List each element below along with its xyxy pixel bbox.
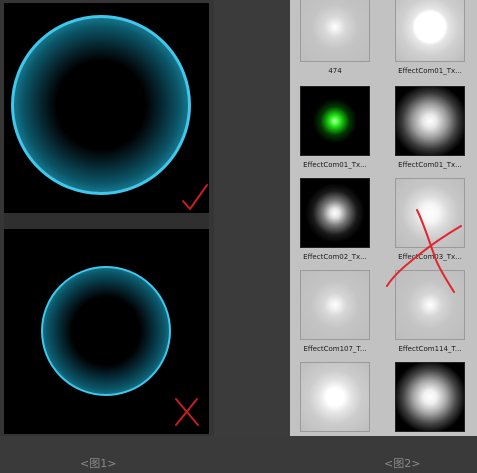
asset-item[interactable]: EffectCom01_Tx... xyxy=(290,86,380,178)
texture-thumbnail[interactable] xyxy=(300,86,370,156)
asset-label: EffectCom107_T... xyxy=(303,345,367,353)
asset-label: 474 xyxy=(328,67,342,75)
ring-preview-correct xyxy=(4,3,209,213)
asset-item[interactable] xyxy=(385,362,475,436)
red-cross-icon xyxy=(386,209,462,293)
asset-item[interactable]: EffectCom107_T... xyxy=(290,270,380,362)
texture-thumbnail[interactable] xyxy=(300,0,370,62)
asset-label: EffectCom01_Tx... xyxy=(398,161,462,169)
preview-divider xyxy=(4,213,209,229)
asset-item[interactable]: EffectCom02_Tx... xyxy=(290,178,380,270)
figure-caption-left: <图1> xyxy=(80,457,117,470)
asset-item[interactable]: 474 xyxy=(290,0,380,84)
texture-thumbnail[interactable] xyxy=(395,362,465,432)
cyan-ring-small xyxy=(41,266,171,396)
asset-label: EffectCom114_T... xyxy=(398,345,462,353)
panel-gap xyxy=(214,0,290,436)
cyan-ring-large xyxy=(11,15,191,195)
texture-thumbnail[interactable] xyxy=(300,362,370,432)
asset-item[interactable]: EffectCom01_Tx... xyxy=(385,0,475,84)
asset-label: EffectCom01_Tx... xyxy=(398,67,462,75)
texture-thumbnail[interactable] xyxy=(395,0,465,62)
texture-thumbnail[interactable] xyxy=(395,86,465,156)
asset-item[interactable] xyxy=(290,362,380,436)
asset-label: EffectCom01_Tx... xyxy=(303,161,367,169)
checkmark-icon xyxy=(182,184,208,210)
caption-bar: <图1> <图2> xyxy=(0,436,477,473)
asset-label: EffectCom02_Tx... xyxy=(303,253,367,261)
figure-caption-right: <图2> xyxy=(384,457,421,470)
ring-preview-wrong xyxy=(4,229,209,434)
asset-item[interactable]: EffectCom01_Tx... xyxy=(385,86,475,178)
effect-preview-panel xyxy=(0,0,214,436)
cross-icon xyxy=(175,398,199,426)
texture-thumbnail[interactable] xyxy=(300,178,370,248)
texture-thumbnail[interactable] xyxy=(300,270,370,340)
